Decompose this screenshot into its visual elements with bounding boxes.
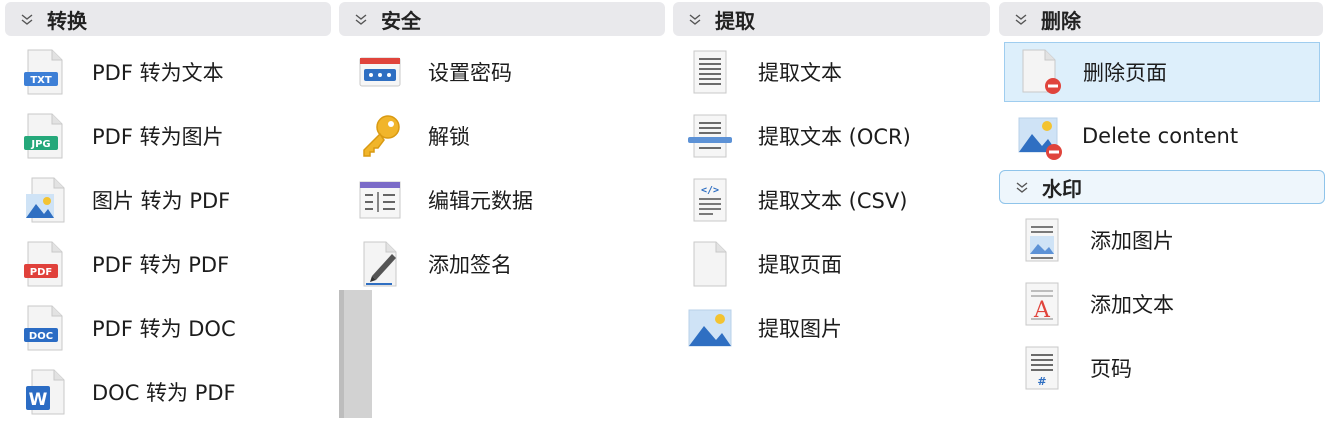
svg-text:</>: </> bbox=[701, 185, 719, 196]
list-item-extract-text[interactable]: 提取文本 bbox=[686, 42, 986, 102]
txt-file-icon: TXT bbox=[20, 48, 68, 96]
list-item-page-numbers[interactable]: # 页码 bbox=[1018, 338, 1318, 398]
list-item-label: 提取页面 bbox=[758, 253, 842, 277]
list-item-label: 页码 bbox=[1090, 357, 1132, 381]
list-item-label: PDF 转为文本 bbox=[92, 61, 224, 85]
scrollbar[interactable] bbox=[339, 290, 372, 418]
list-item-label: 提取图片 bbox=[758, 317, 842, 341]
svg-text:A: A bbox=[1033, 298, 1051, 323]
svg-text:W: W bbox=[29, 390, 48, 410]
chevron-down-icon bbox=[689, 14, 701, 25]
list-item-set-password[interactable]: 设置密码 bbox=[356, 42, 656, 102]
image-file-icon bbox=[20, 176, 68, 224]
page-number-icon: # bbox=[1018, 344, 1066, 392]
svg-text:TXT: TXT bbox=[30, 75, 52, 86]
list-item-label: 编辑元数据 bbox=[428, 189, 533, 213]
list-item-extract-pages[interactable]: 提取页面 bbox=[686, 234, 986, 294]
blank-page-icon bbox=[686, 240, 734, 288]
list-item-label: PDF 转为 DOC bbox=[92, 317, 236, 341]
delete-image-icon bbox=[1016, 112, 1064, 160]
list-item-pdf-to-pdf[interactable]: PDF PDF 转为 PDF bbox=[20, 234, 330, 294]
list-item-label: PDF 转为 PDF bbox=[92, 253, 230, 277]
list-item-label: 添加签名 bbox=[428, 253, 512, 277]
delete-page-icon bbox=[1017, 48, 1065, 96]
list-item-label: PDF 转为图片 bbox=[92, 125, 224, 149]
section-title: 提取 bbox=[715, 8, 755, 33]
list-item-add-image-watermark[interactable]: 添加图片 bbox=[1018, 210, 1318, 270]
list-item-label: DOC 转为 PDF bbox=[92, 381, 236, 405]
list-item-label: 设置密码 bbox=[428, 61, 512, 85]
chevron-down-icon bbox=[1015, 14, 1027, 25]
list-item-delete-pages[interactable]: 删除页面 bbox=[1004, 42, 1320, 102]
list-item-add-text-watermark[interactable]: A 添加文本 bbox=[1018, 274, 1318, 334]
list-item-pdf-to-doc[interactable]: DOC PDF 转为 DOC bbox=[20, 298, 330, 358]
list-item-image-to-pdf[interactable]: 图片 转为 PDF bbox=[20, 170, 330, 230]
section-title: 删除 bbox=[1041, 8, 1081, 33]
list-item-label: 添加图片 bbox=[1090, 229, 1174, 253]
list-item-add-signature[interactable]: 添加签名 bbox=[356, 234, 656, 294]
list-item-label: Delete content bbox=[1082, 124, 1239, 148]
list-item-doc-to-pdf[interactable]: W DOC 转为 PDF bbox=[20, 362, 330, 422]
picture-icon bbox=[686, 304, 734, 352]
list-item-extract-text-csv[interactable]: </> 提取文本 (CSV) bbox=[686, 170, 986, 230]
list-item-label: 图片 转为 PDF bbox=[92, 189, 231, 213]
list-item-label: 添加文本 bbox=[1090, 293, 1174, 317]
list-item-label: 提取文本 (CSV) bbox=[758, 189, 908, 213]
list-item-label: 提取文本 bbox=[758, 61, 842, 85]
list-item-extract-images[interactable]: 提取图片 bbox=[686, 298, 986, 358]
chevron-down-icon bbox=[21, 14, 33, 25]
section-title: 水印 bbox=[1042, 176, 1082, 201]
signature-icon bbox=[356, 240, 404, 288]
list-item-label: 删除页面 bbox=[1083, 61, 1167, 85]
svg-text:#: # bbox=[1037, 375, 1046, 388]
doc-file-icon: DOC bbox=[20, 304, 68, 352]
list-item-label: 提取文本 (OCR) bbox=[758, 125, 911, 149]
key-icon bbox=[356, 112, 404, 160]
section-header-delete[interactable]: 删除 bbox=[999, 2, 1323, 36]
svg-text:PDF: PDF bbox=[30, 267, 52, 278]
section-header-convert[interactable]: 转换 bbox=[5, 2, 331, 36]
chevron-down-icon bbox=[355, 14, 367, 25]
section-header-security[interactable]: 安全 bbox=[339, 2, 665, 36]
pdf-file-icon: PDF bbox=[20, 240, 68, 288]
code-doc-icon: </> bbox=[686, 176, 734, 224]
svg-text:DOC: DOC bbox=[29, 331, 53, 342]
ocr-scan-icon bbox=[686, 112, 734, 160]
section-header-extract[interactable]: 提取 bbox=[673, 2, 990, 36]
watermark-image-icon bbox=[1018, 216, 1066, 264]
chevron-down-icon bbox=[1016, 182, 1028, 193]
metadata-icon bbox=[356, 176, 404, 224]
word-file-icon: W bbox=[20, 368, 68, 416]
list-item-delete-content[interactable]: Delete content bbox=[1004, 106, 1320, 166]
svg-text:JPG: JPG bbox=[30, 139, 50, 150]
list-item-extract-text-ocr[interactable]: 提取文本 (OCR) bbox=[686, 106, 986, 166]
list-item-label: 解锁 bbox=[428, 125, 470, 149]
section-title: 安全 bbox=[381, 8, 421, 33]
text-doc-icon bbox=[686, 48, 734, 96]
section-header-watermark[interactable]: 水印 bbox=[999, 170, 1325, 204]
list-item-pdf-to-image[interactable]: JPG PDF 转为图片 bbox=[20, 106, 330, 166]
list-item-pdf-to-text[interactable]: TXT PDF 转为文本 bbox=[20, 42, 330, 102]
password-icon bbox=[356, 48, 404, 96]
section-title: 转换 bbox=[47, 8, 87, 33]
list-item-edit-metadata[interactable]: 编辑元数据 bbox=[356, 170, 656, 230]
jpg-file-icon: JPG bbox=[20, 112, 68, 160]
list-item-unlock[interactable]: 解锁 bbox=[356, 106, 656, 166]
watermark-text-icon: A bbox=[1018, 280, 1066, 328]
